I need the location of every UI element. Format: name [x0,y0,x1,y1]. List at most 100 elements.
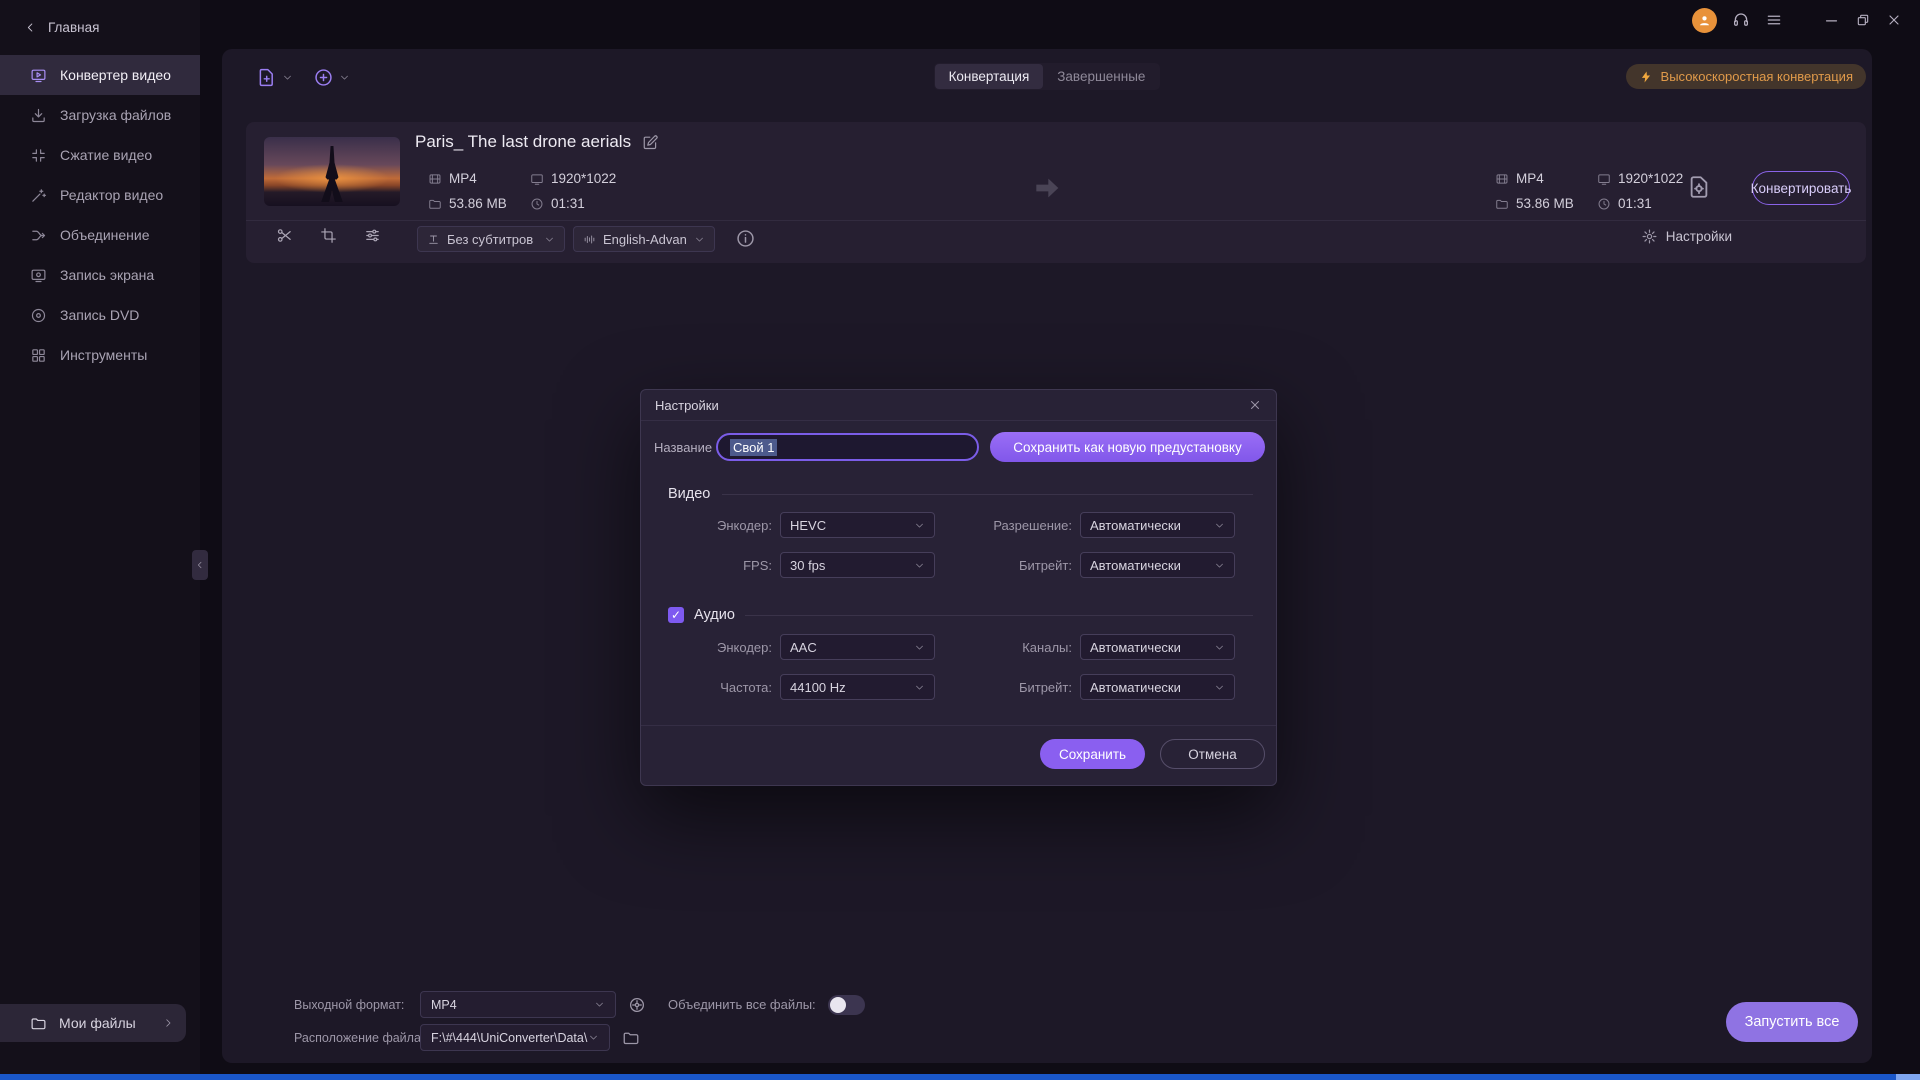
output-file-settings-icon[interactable] [1686,174,1712,200]
chevron-down-icon [1214,560,1225,571]
video-bitrate-field: Битрейт: Автоматически [972,552,1235,578]
gear-icon [1641,228,1658,245]
save-as-new-preset-button[interactable]: Сохранить как новую предустановку [990,432,1265,462]
info-icon[interactable] [735,228,756,249]
merge-all-label: Объединить все файлы: [668,997,816,1012]
format-icon [1495,172,1509,186]
source-format: MP4 [449,171,477,186]
chevron-right-icon [162,1017,174,1029]
audio-samplerate-select[interactable]: 44100 Hz [780,674,935,700]
audio-samplerate-field: Частота: 44100 Hz [672,674,935,700]
convert-direction-arrow-icon [1031,172,1063,204]
back-label: Главная [48,20,99,35]
person-icon [1697,13,1712,28]
field-label: Частота: [672,680,772,695]
source-size: 53.86 MB [449,196,507,211]
video-bitrate-select[interactable]: Автоматически [1080,552,1235,578]
field-label: Энкодер: [672,640,772,655]
close-icon[interactable] [1886,12,1902,28]
chevron-down-icon [544,234,555,245]
dialog-close-icon[interactable] [1248,398,1262,412]
sidebar-item-file-download[interactable]: Загрузка файлов [0,95,200,135]
highspeed-conversion-toggle[interactable]: Высокоскоростная конвертация [1626,64,1866,89]
tab-converting[interactable]: Конвертация [935,64,1044,89]
section-divider [722,494,1253,495]
sidebar-item-label: Объединение [60,227,150,243]
section-divider [745,615,1253,616]
open-folder-icon[interactable] [622,1029,640,1047]
merge-all-toggle[interactable] [828,995,865,1015]
toolbox-icon [30,347,47,364]
sidebar-item-screen-record[interactable]: Запись экрана [0,255,200,295]
chevron-down-icon [914,560,925,571]
audio-bitrate-select[interactable]: Автоматически [1080,674,1235,700]
sidebar-item-label: Сжатие видео [60,147,152,163]
restore-icon[interactable] [1855,12,1871,28]
chevron-down-icon [1214,642,1225,653]
headset-icon[interactable] [1732,11,1750,29]
edit-title-icon[interactable] [642,134,659,151]
menu-icon[interactable] [1765,11,1783,29]
sidebar-item-dvd-burn[interactable]: Запись DVD [0,295,200,335]
sidebar-item-label: Загрузка файлов [60,107,171,123]
dialog-cancel-button[interactable]: Отмена [1160,739,1265,769]
select-value: Автоматически [1090,640,1181,655]
sidebar-item-video-editor[interactable]: Редактор видео [0,175,200,215]
output-duration: 01:31 [1618,196,1652,211]
file-location-select[interactable]: F:\#\444\UniConverter\Data\( [420,1024,610,1051]
format-icon [428,172,442,186]
minimize-icon[interactable] [1823,12,1840,29]
chevron-down-icon [1214,520,1225,531]
sidebar-item-merge[interactable]: Объединение [0,215,200,255]
merge-icon [30,227,47,244]
output-resolution: 1920*1022 [1618,171,1683,186]
file-location-row: Расположение файла: F:\#\444\UniConverte… [294,1024,640,1051]
sidebar-item-video-converter[interactable]: Конвертер видео [0,55,200,95]
output-format: MP4 [1516,171,1544,186]
field-label: Разрешение: [972,518,1072,533]
audio-track-select[interactable]: English-Advan... [573,226,715,252]
audio-encoder-select[interactable]: AAC [780,634,935,660]
video-encoder-select[interactable]: HEVC [780,512,935,538]
tab-finished[interactable]: Завершенные [1043,64,1159,89]
sidebar-item-video-compress[interactable]: Сжатие видео [0,135,200,175]
card-settings-button[interactable]: Настройки [1641,228,1732,245]
file-title: Paris_ The last drone aerials [415,132,631,152]
format-settings-icon[interactable] [628,996,646,1014]
audio-bitrate-field: Битрейт: Автоматически [972,674,1235,700]
effects-sliders-icon[interactable] [364,227,381,244]
chevron-down-icon [914,520,925,531]
video-fps-select[interactable]: 30 fps [780,552,935,578]
subtitle-value: Без субтитров [447,232,533,247]
file-size-icon [1495,197,1509,211]
output-format-row: Выходной формат: MP4 Объединить все файл… [294,991,865,1018]
preset-name-input[interactable]: Свой 1 [716,433,979,461]
select-value: 30 fps [790,558,825,573]
sidebar-my-files[interactable]: Мои файлы [0,1004,186,1042]
video-thumbnail[interactable] [264,137,400,206]
my-files-label: Мои файлы [59,1015,136,1031]
output-size: 53.86 MB [1516,196,1574,211]
audio-enabled-checkbox[interactable]: ✓ [668,607,684,623]
crop-icon[interactable] [320,227,337,244]
video-resolution-select[interactable]: Автоматически [1080,512,1235,538]
card-settings-label: Настройки [1666,229,1732,244]
sidebar-item-toolbox[interactable]: Инструменты [0,335,200,375]
sidebar-back-home[interactable]: Главная [0,0,200,55]
trim-scissors-icon[interactable] [276,227,293,244]
audio-channels-select[interactable]: Автоматически [1080,634,1235,660]
output-format-select[interactable]: MP4 [420,991,616,1018]
eiffel-tower-silhouette [314,146,350,202]
audio-track-value: English-Advan... [603,232,687,247]
run-all-button[interactable]: Запустить все [1726,1002,1858,1042]
convert-button[interactable]: Конвертировать [1752,171,1850,205]
titlebar [200,0,1920,40]
view-tabs: Конвертация Завершенные [222,63,1872,90]
sidebar-collapse-handle[interactable] [192,550,208,580]
video-resolution-field: Разрешение: Автоматически [972,512,1235,538]
user-avatar[interactable] [1692,8,1717,33]
dialog-save-button[interactable]: Сохранить [1040,739,1145,769]
subtitle-select[interactable]: Без субтитров [417,226,565,252]
edit-tools [276,227,381,244]
toggle-knob [830,997,846,1013]
